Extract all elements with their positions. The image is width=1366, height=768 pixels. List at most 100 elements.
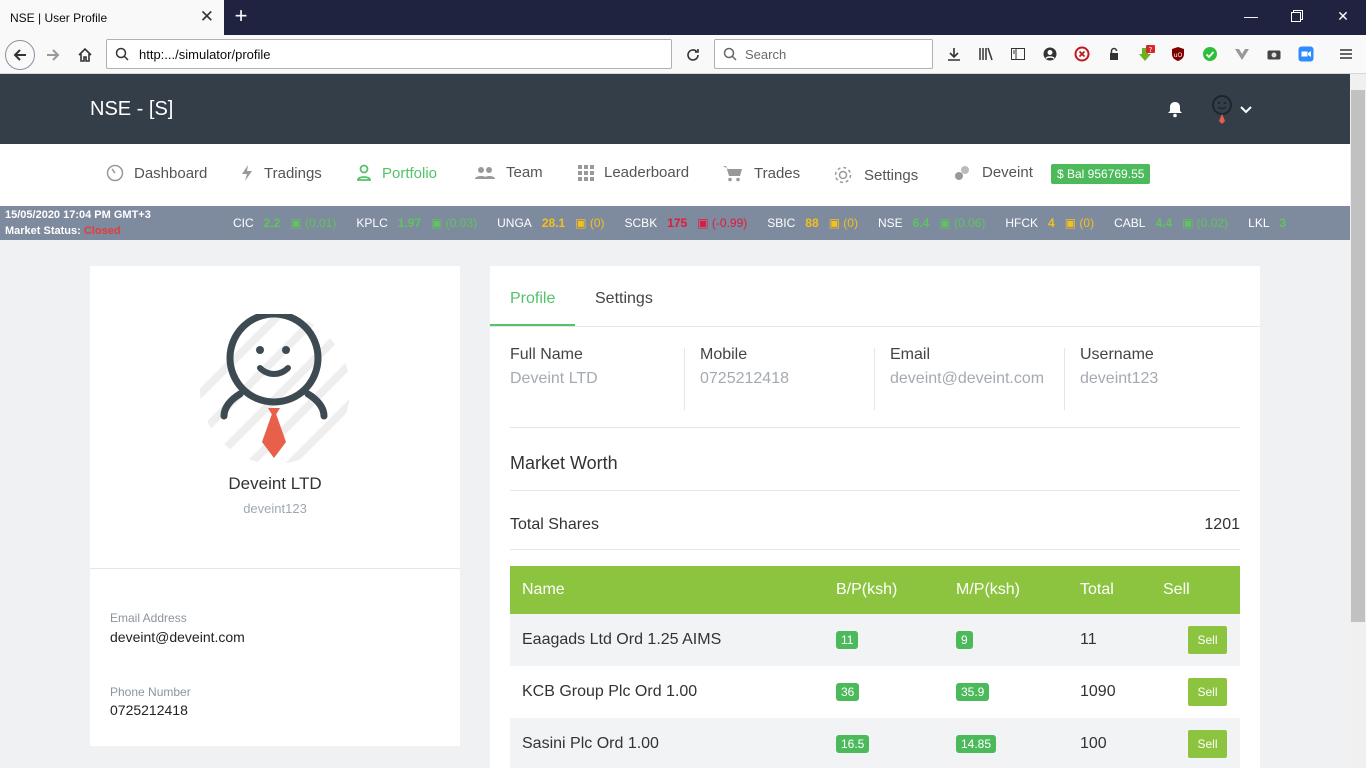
sell-button[interactable]: Sell (1188, 730, 1227, 758)
download-icon[interactable] (944, 44, 964, 64)
cart-icon (723, 166, 742, 182)
svg-text:uO: uO (1174, 52, 1183, 59)
tab-profile[interactable]: Profile (510, 290, 555, 308)
ticker-price: 4 (1048, 216, 1055, 230)
search-field[interactable]: Search (714, 39, 933, 69)
ublock-icon[interactable]: uO (1168, 44, 1188, 64)
nav-label: Trades (754, 164, 801, 182)
restore-icon[interactable] (1274, 0, 1320, 32)
library-icon[interactable] (976, 44, 996, 64)
nav-label: Tradings (264, 164, 322, 182)
user-menu[interactable] (1208, 94, 1252, 126)
back-icon[interactable] (5, 40, 35, 70)
nav-label: Settings (864, 166, 919, 184)
bolt-icon (242, 165, 252, 181)
profile-card: Deveint LTD deveint123 Email Address dev… (90, 266, 460, 746)
close-window-icon[interactable]: ✕ (1320, 0, 1366, 32)
info-username: Username deveint123 (1080, 346, 1158, 411)
sell-cell: Sell (1151, 666, 1240, 718)
nav-settings[interactable]: Settings (832, 164, 918, 186)
nav-trades[interactable]: Trades (722, 164, 800, 182)
sell-cell: Sell (1151, 614, 1240, 666)
profile-panel: Profile Settings Full Name Deveint LTD M… (490, 266, 1260, 768)
ticker-price: 2.2 (263, 216, 281, 230)
ticker-item: KPLC 1.97 ▣ (0.03) (356, 216, 477, 230)
table-header-row: Name B/P(ksh) M/P(ksh) Total Sell (510, 566, 1240, 614)
ticker-symbol: SBIC (767, 216, 796, 230)
market-price-cell: 9 (944, 614, 1068, 666)
gear-icon (834, 166, 852, 184)
browser-tab[interactable]: NSE | User Profile ✕ (0, 0, 224, 35)
ticker-item: NSE 6.4 ▣ (0.06) (878, 216, 985, 230)
main-nav: Dashboard Tradings Portfolio Team Leader… (0, 144, 1350, 206)
ticker-price: 28.1 (541, 216, 566, 230)
vue-devtools-icon[interactable] (1232, 44, 1252, 64)
nav-portfolio[interactable]: Portfolio (356, 164, 437, 182)
zoom-icon[interactable] (1296, 44, 1316, 64)
ticker-price: 4.4 (1155, 216, 1173, 230)
balance-badge: $ Bal 956769.55 (1051, 164, 1151, 184)
nav-label: Portfolio (382, 164, 438, 182)
market-price-badge: 35.9 (956, 683, 990, 701)
phone-label: Phone Number (110, 685, 191, 699)
bell-icon[interactable] (1166, 100, 1184, 123)
nav-leaderboard[interactable]: Leaderboard (578, 164, 689, 181)
menu-icon[interactable] (1336, 44, 1356, 64)
profile-username: deveint123 (243, 501, 307, 516)
forward-icon[interactable] (38, 40, 68, 70)
ticker-item: SCBK 175 ▣ (-0.99) (625, 216, 748, 230)
user-dots-icon (955, 165, 969, 180)
sell-button[interactable]: Sell (1188, 626, 1227, 654)
scrollbar-thumb[interactable] (1351, 90, 1365, 622)
nav-label: Deveint (982, 164, 1033, 181)
downloader-extension-icon[interactable]: ? (1136, 44, 1156, 64)
holding-total: 100 (1080, 735, 1107, 752)
search-placeholder: Search (745, 46, 787, 62)
holding-name: Sasini Plc Ord 1.00 (522, 735, 659, 752)
ticker-item: SBIC 88 ▣ (0) (767, 216, 858, 230)
column-header: B/P(ksh) (836, 581, 898, 598)
holding-total: 1090 (1080, 683, 1116, 700)
market-status-label: Market Status: (5, 225, 81, 237)
ticker-symbol: CABL (1114, 216, 1146, 230)
browser-tab-bar: NSE | User Profile ✕ + — ✕ (0, 0, 1366, 35)
panel-tabs: Profile Settings (490, 266, 1260, 327)
url-bar[interactable]: http:.../simulator/profile (106, 39, 672, 69)
account-icon[interactable] (1040, 44, 1060, 64)
market-datetime: 15/05/2020 17:04 PM GMT+3 (5, 209, 151, 221)
lock-icon[interactable] (1104, 44, 1124, 64)
check-extension-icon[interactable] (1200, 44, 1220, 64)
nav-dashboard[interactable]: Dashboard (106, 164, 207, 182)
tab-close-icon[interactable]: ✕ (200, 8, 214, 25)
sidebar-icon[interactable] (1008, 44, 1028, 64)
column-header: M/P(ksh) (956, 581, 1020, 598)
info-email: Email deveint@deveint.com (890, 346, 1044, 411)
ticker-change: ▣ (0.01) (290, 216, 337, 230)
buy-price-badge: 16.5 (836, 735, 870, 753)
extension-badge-text: ? (1149, 46, 1153, 54)
ticker-price: 1.97 (397, 216, 422, 230)
holding-total: 11 (1080, 631, 1097, 648)
reload-icon[interactable] (678, 40, 708, 70)
blocker-icon[interactable] (1072, 44, 1092, 64)
total-shares-label: Total Shares (510, 516, 599, 533)
dashboard-icon (106, 164, 124, 182)
phone-value: 0725212418 (110, 702, 188, 718)
nav-team[interactable]: Team (474, 164, 543, 181)
new-tab-icon[interactable]: + (230, 5, 252, 27)
browser-nav-bar: http:.../simulator/profile Search ? uO (0, 35, 1366, 74)
nav-tradings[interactable]: Tradings (240, 164, 322, 182)
ticker-change: ▣ (0) (828, 216, 858, 230)
minimize-icon[interactable]: — (1228, 0, 1274, 32)
nav-deveint[interactable]: Deveint (954, 164, 1033, 181)
info-label: Username (1080, 346, 1154, 363)
ticker-symbol: HFCK (1005, 216, 1039, 230)
ticker-price: 175 (667, 216, 688, 230)
ticker-change: ▣ (0.02) (1182, 216, 1229, 230)
screenshot-icon[interactable] (1264, 44, 1284, 64)
sell-button[interactable]: Sell (1188, 678, 1227, 706)
holding-name: KCB Group Plc Ord 1.00 (522, 683, 698, 700)
tab-settings[interactable]: Settings (595, 290, 653, 308)
home-icon[interactable] (70, 40, 100, 70)
site-brand[interactable]: NSE - [S] (90, 98, 173, 121)
